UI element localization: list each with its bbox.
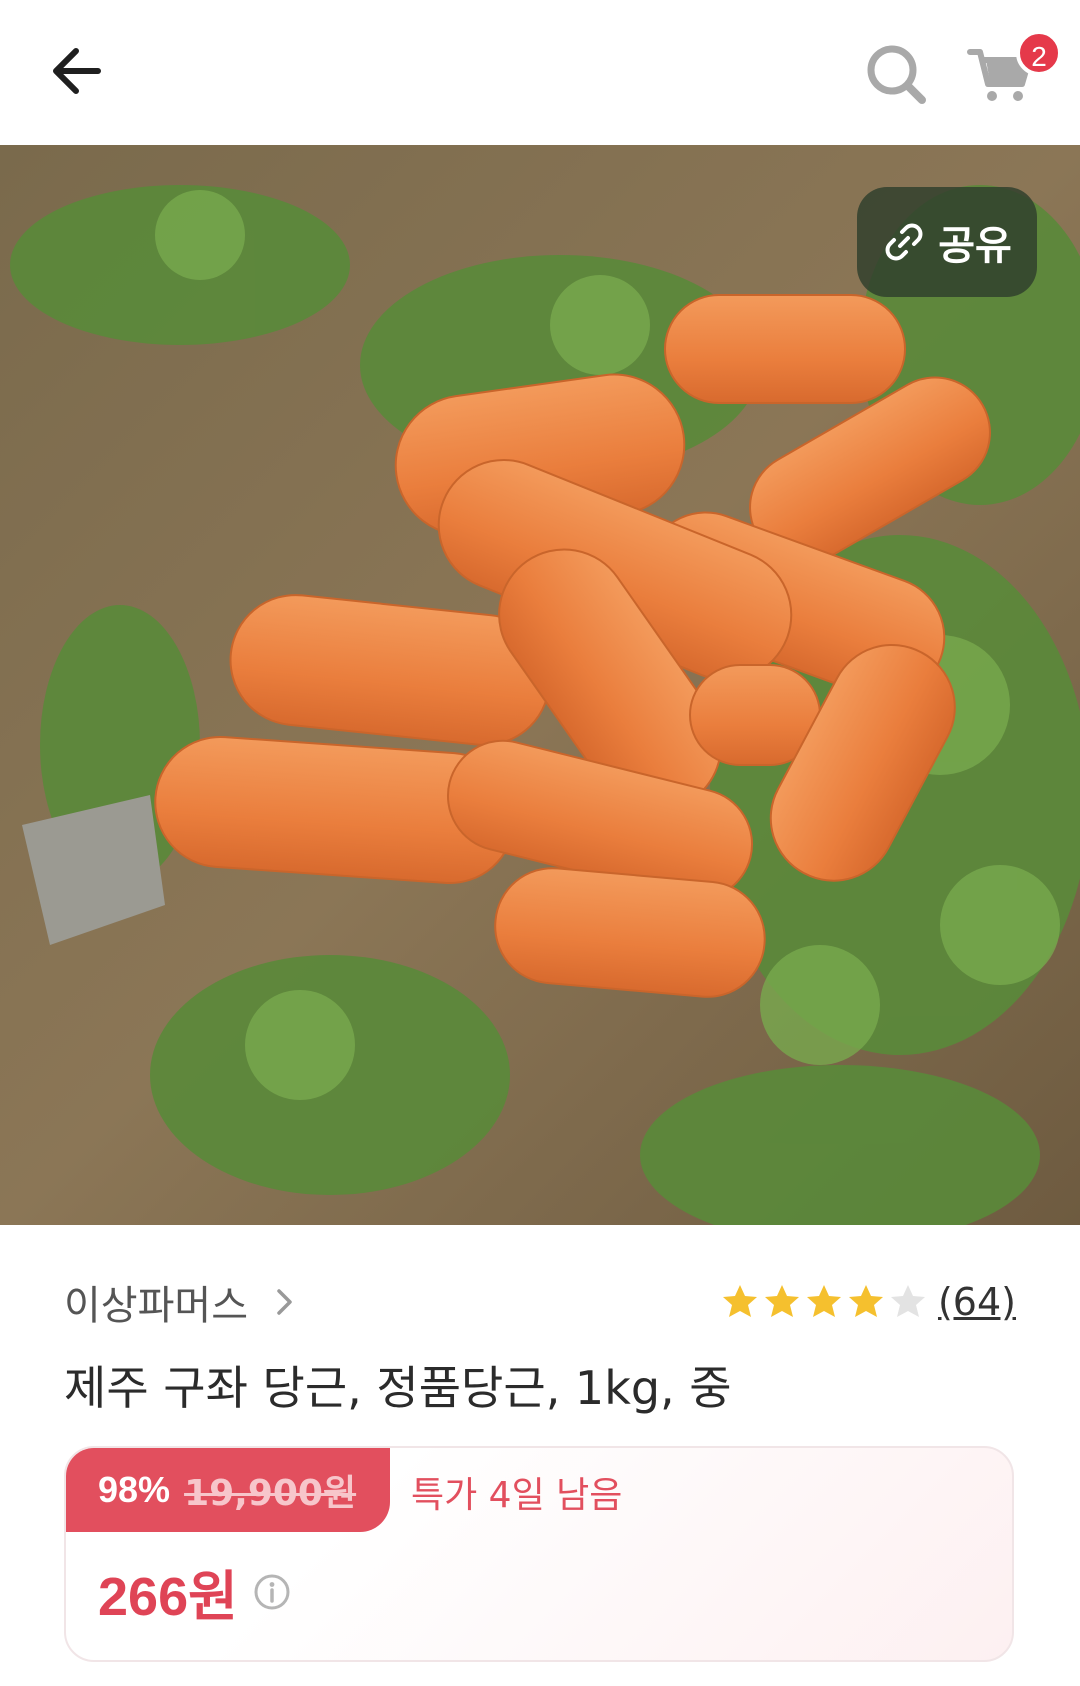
arrow-left-icon [53,48,101,94]
seller-name: 이상파머스 [64,1283,248,1329]
original-price: 19,900원 [184,1473,357,1514]
chevron-right-icon [277,1289,292,1315]
price-box: 98% 19,900원 특가 4일 남음 266원 [64,1446,1014,1662]
review-count-link[interactable]: (64) [938,1280,1016,1324]
discount-rate: 98% [98,1469,171,1510]
search-button[interactable] [860,38,932,110]
back-button[interactable] [40,38,112,110]
search-icon [867,45,926,104]
star-filled-icon [722,1285,757,1317]
rating: (64) [720,1272,1016,1332]
link-icon [885,223,923,261]
star-filled-icon [848,1285,883,1317]
product-title: 제주 구좌 당근, 정품당근, 1kg, 중 [64,1361,732,1415]
special-deal-countdown: 특가 4일 남음 [411,1475,623,1516]
share-label: 공유 [938,223,1012,269]
sale-price-row: 266원 [98,1552,292,1631]
info-icon[interactable] [252,1572,292,1612]
discount-tab: 98% 19,900원 [66,1448,390,1532]
star-empty-icon [890,1285,925,1317]
cart-count-badge: 2 [1016,30,1062,76]
carrots-photo [0,145,1080,1225]
top-app-bar: 2 [0,0,1080,145]
product-image: 공유 [0,145,1080,1225]
star-filled-icon [764,1285,799,1317]
seller-link[interactable]: 이상파머스 [64,1272,296,1332]
star-filled-icon [806,1285,841,1317]
sale-price: 266원 [98,1567,238,1627]
share-button[interactable]: 공유 [857,187,1037,297]
rating-stars [720,1282,928,1322]
